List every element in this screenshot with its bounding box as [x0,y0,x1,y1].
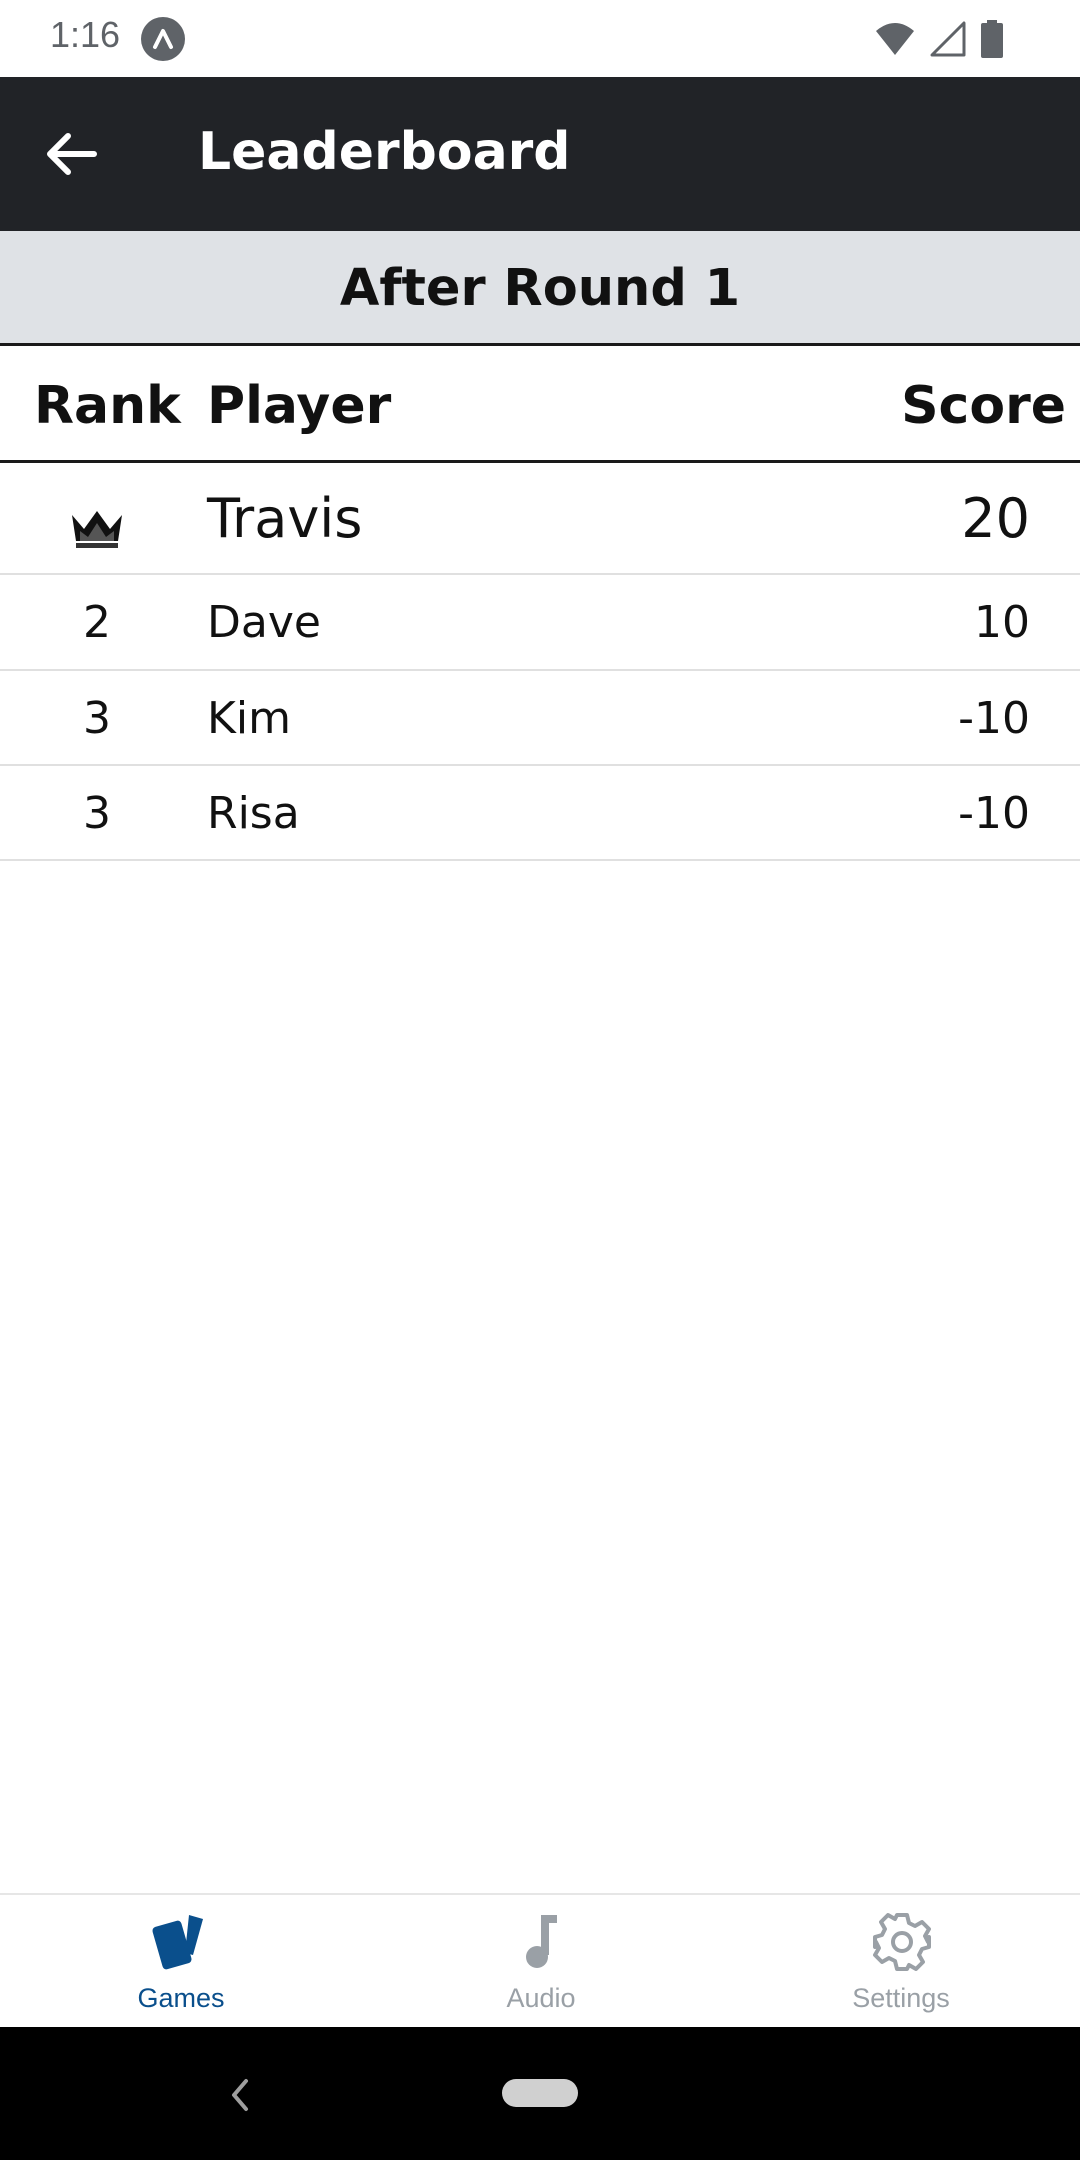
player-name: Risa [207,788,300,839]
page-title: Leaderboard [198,122,571,182]
table-row: 3 Risa -10 [0,766,1080,861]
player-score: -10 [958,693,1030,744]
table-row: Travis 20 [0,463,1080,575]
nav-item-settings[interactable]: Settings [721,1895,1080,2029]
back-button[interactable] [30,114,110,194]
table-row: 2 Dave 10 [0,575,1080,671]
player-score: -10 [958,788,1030,839]
nav-label-settings: Settings [852,1983,950,2013]
nav-item-audio[interactable]: Audio [361,1895,721,2029]
column-header-rank: Rank [34,376,181,436]
music-note-icon [511,1911,571,1973]
rank-cell: 3 [83,693,111,744]
player-name: Dave [207,597,321,648]
player-name: Kim [207,693,291,744]
player-score: 20 [961,487,1030,550]
gear-icon [871,1911,931,1973]
battery-icon [980,20,1004,62]
nav-item-games[interactable]: Games [1,1895,361,2029]
nav-label-audio: Audio [506,1983,576,2013]
system-nav-bar [0,2027,1080,2160]
status-time: 1:16 [50,14,121,55]
arrow-left-icon [30,133,110,198]
wifi-icon [874,21,916,61]
bottom-nav: Games Audio Settings [0,1893,1080,2029]
system-back-button[interactable] [222,2075,258,2115]
crown-icon [70,499,124,562]
cards-icon [151,1911,211,1973]
rank-cell [0,499,194,562]
column-header-score: Score [901,376,1066,436]
table-header: Rank Player Score [0,346,1080,463]
round-title: After Round 1 [339,259,741,318]
round-header: After Round 1 [0,231,1080,346]
signal-icon [930,21,966,61]
rank-cell: 3 [83,788,111,839]
player-score: 10 [974,597,1030,648]
nav-label-games: Games [137,1983,225,2013]
table-row: 3 Kim -10 [0,671,1080,766]
status-icons [874,20,1004,62]
status-bar: 1:16 [0,0,1080,77]
app-bar: Leaderboard [0,77,1080,231]
column-header-player: Player [207,376,392,436]
system-home-button[interactable] [502,2079,578,2107]
player-name: Travis [207,487,363,550]
rank-cell: 2 [83,597,111,648]
app-notification-icon [141,17,185,61]
